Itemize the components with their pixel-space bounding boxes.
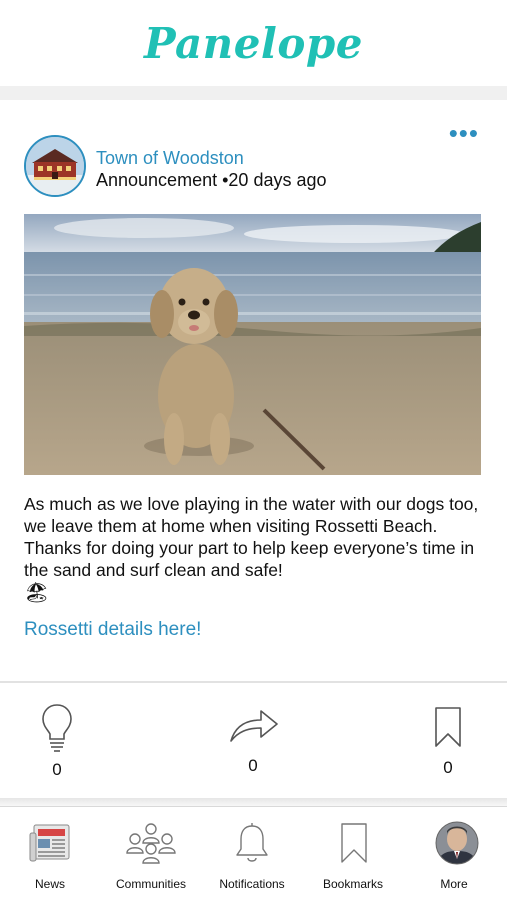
post-card: ••• Town of Woodston Announcement •20 da… xyxy=(0,100,507,680)
post-actions-bar: 0 0 0 xyxy=(0,683,507,798)
like-count: 0 xyxy=(52,760,62,779)
post-photo[interactable] xyxy=(24,214,481,475)
newspaper-icon xyxy=(29,824,70,862)
tab-more-label: More xyxy=(440,877,468,891)
tab-news-label: News xyxy=(34,877,65,891)
tab-more[interactable]: More xyxy=(404,807,504,901)
people-icon xyxy=(126,823,176,864)
tab-communities[interactable]: Communities xyxy=(101,807,201,901)
author-avatar[interactable] xyxy=(24,135,86,197)
share-button[interactable]: 0 xyxy=(203,683,303,793)
header-divider xyxy=(0,86,507,100)
next-post-peek xyxy=(0,798,507,806)
profile-avatar xyxy=(435,821,479,865)
app-header: Panelope xyxy=(0,0,507,86)
bottom-tab-bar: News Communities Notifications Bookmarks… xyxy=(0,806,507,901)
lightbulb-icon xyxy=(42,704,72,752)
tab-bookmarks-label: Bookmarks xyxy=(322,877,384,891)
post-type: Announcement xyxy=(96,170,218,190)
bookmark-count: 0 xyxy=(443,758,453,777)
tab-news[interactable]: News xyxy=(0,807,100,901)
post-author-name[interactable]: Town of Woodston xyxy=(96,148,244,169)
tab-communities-label: Communities xyxy=(115,877,187,891)
bookmark-icon xyxy=(435,707,461,747)
tab-notifications[interactable]: Notifications xyxy=(202,807,302,901)
more-options-icon[interactable]: ••• xyxy=(449,120,479,146)
bell-icon xyxy=(236,823,268,862)
bookmark-icon xyxy=(341,823,367,863)
app-logo: Panelope xyxy=(144,18,363,68)
bookmark-button[interactable]: 0 xyxy=(398,683,498,793)
post-time: 20 days ago xyxy=(228,170,327,190)
post-meta: Announcement •20 days ago xyxy=(96,170,327,191)
like-button[interactable]: 0 xyxy=(7,683,107,793)
beach-umbrella-emoji: 🏖 xyxy=(24,582,50,604)
share-count: 0 xyxy=(248,756,258,775)
tab-notifications-label: Notifications xyxy=(219,877,285,891)
post-body-text: As much as we love playing in the water … xyxy=(24,494,479,580)
share-arrow-icon xyxy=(230,710,278,742)
rossetti-details-link[interactable]: Rossetti details here! xyxy=(24,619,201,641)
tab-bookmarks[interactable]: Bookmarks xyxy=(303,807,403,901)
